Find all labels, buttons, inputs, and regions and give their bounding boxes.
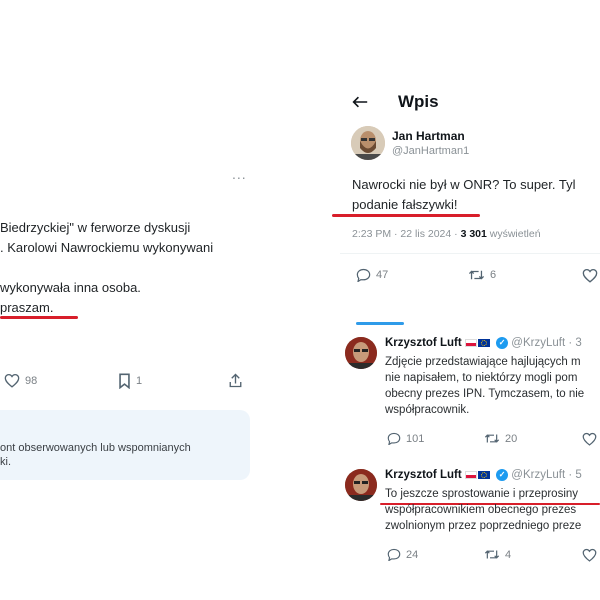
- verified-badge-icon: ✓: [496, 469, 509, 481]
- repost-button[interactable]: 20: [484, 432, 517, 445]
- reply-icon: [356, 268, 371, 282]
- like-button[interactable]: 98: [4, 373, 37, 388]
- reply-handle[interactable]: @KrzyLuft · 3: [511, 337, 581, 349]
- views-count: 3 301: [460, 228, 487, 240]
- verified-badge-icon: ✓: [496, 337, 509, 349]
- reply-button[interactable]: 24: [387, 548, 418, 561]
- like-count: 98: [25, 374, 38, 387]
- avatar[interactable]: [345, 469, 377, 501]
- avatar-image: [345, 469, 377, 501]
- heart-icon: [582, 432, 597, 446]
- share-icon: [229, 373, 242, 388]
- left-post-line-1: Biedrzyckiej" w ferworze dyskusji: [0, 220, 191, 235]
- repost-icon: [484, 434, 500, 443]
- reply-text-line-1: Zdjęcie przedstawiające hajlujących m: [385, 356, 581, 368]
- reply-count: 24: [406, 548, 419, 561]
- right-red-underline: [332, 214, 480, 217]
- reply-author-name[interactable]: Krzysztof Luft: [385, 337, 462, 349]
- heart-icon: [582, 548, 597, 562]
- more-options-icon[interactable]: ...: [232, 166, 247, 182]
- post-text-line-2: podanie fałszywki!: [352, 197, 458, 212]
- repost-icon: [468, 270, 485, 280]
- left-post-line-4: praszam.: [0, 300, 54, 315]
- bookmark-icon: [119, 373, 130, 389]
- heart-icon: [582, 268, 598, 283]
- reply-icon: [387, 432, 401, 445]
- bookmark-button[interactable]: 1: [118, 373, 142, 389]
- reply-count: 101: [406, 432, 425, 445]
- reply-button[interactable]: 47: [356, 268, 388, 282]
- reply-author: Krzysztof Luft ✓ @KrzyLuft · 5: [385, 469, 582, 481]
- like-button[interactable]: [582, 432, 597, 446]
- reply-text-line-2: współpracownikiem obecnego prezes: [385, 504, 577, 516]
- reply-icon: [387, 548, 401, 561]
- avatar-image: [351, 126, 385, 160]
- repost-button[interactable]: 6: [468, 268, 496, 282]
- header-title: Wpis: [398, 92, 439, 111]
- post-timestamp: 2:23 PM · 22 lis 2024 ·: [352, 228, 458, 240]
- notice-line-2: ki.: [0, 456, 11, 468]
- reply-button[interactable]: 101: [387, 432, 424, 445]
- reply-author: Krzysztof Luft ✓ @KrzyLuft · 3: [385, 337, 582, 349]
- notice-line-1: ont obserwowanych lub wspomnianych: [0, 442, 191, 454]
- like-button-right[interactable]: [582, 268, 598, 283]
- poland-flag-icon: [464, 339, 477, 347]
- heart-icon: [4, 373, 20, 388]
- post-text-line-1: Nawrocki nie był w ONR? To super. Tyl: [352, 177, 576, 192]
- avatar[interactable]: [345, 337, 377, 369]
- back-arrow-icon[interactable]: [352, 95, 368, 109]
- eu-flag-icon: [477, 471, 490, 479]
- avatar[interactable]: [351, 126, 385, 160]
- repost-count: 20: [505, 432, 518, 445]
- left-post-line-2: . Karolowi Nawrockiemu wykonywani: [0, 240, 214, 255]
- reply-text-line-1: To jeszcze sprostowanie i przeprosiny: [385, 488, 579, 500]
- poland-flag-icon: [464, 471, 477, 479]
- repost-icon: [484, 550, 500, 559]
- bookmark-count: 1: [136, 375, 143, 387]
- share-button[interactable]: [228, 373, 243, 388]
- divider: [340, 253, 600, 254]
- reply-count: 47: [376, 269, 389, 281]
- left-post-line-3: wykonywała inna osoba.: [0, 280, 141, 295]
- thread-separator: [356, 322, 404, 325]
- like-button[interactable]: [582, 548, 597, 562]
- views-label: wyświetleń: [489, 228, 541, 240]
- reply-text-line-4: współpracownik.: [385, 404, 470, 416]
- left-red-underline: [0, 316, 78, 319]
- notice-box: ont obserwowanych lub wspomnianych ki.: [0, 410, 250, 480]
- repost-button[interactable]: 4: [484, 548, 511, 561]
- post-meta: 2:23 PM · 22 lis 2024 · 3 301 wyświetleń: [352, 228, 541, 240]
- avatar-image: [345, 337, 377, 369]
- reply-text-line-3: zwolnionym przez poprzedniego preze: [385, 520, 582, 532]
- repost-count: 6: [490, 269, 497, 281]
- repost-count: 4: [505, 548, 512, 561]
- eu-flag-icon: [477, 339, 490, 347]
- author-handle[interactable]: @JanHartman1: [392, 145, 469, 157]
- reply-text-line-3: obecny prezes IPN. Tymczasem, to nie: [385, 388, 585, 400]
- author-name[interactable]: Jan Hartman: [392, 129, 465, 143]
- reply-text-line-2: nie napisałem, to niektórzy mogli pom: [385, 372, 578, 384]
- reply-author-name[interactable]: Krzysztof Luft: [385, 469, 462, 481]
- reply-handle[interactable]: @KrzyLuft · 5: [511, 469, 581, 481]
